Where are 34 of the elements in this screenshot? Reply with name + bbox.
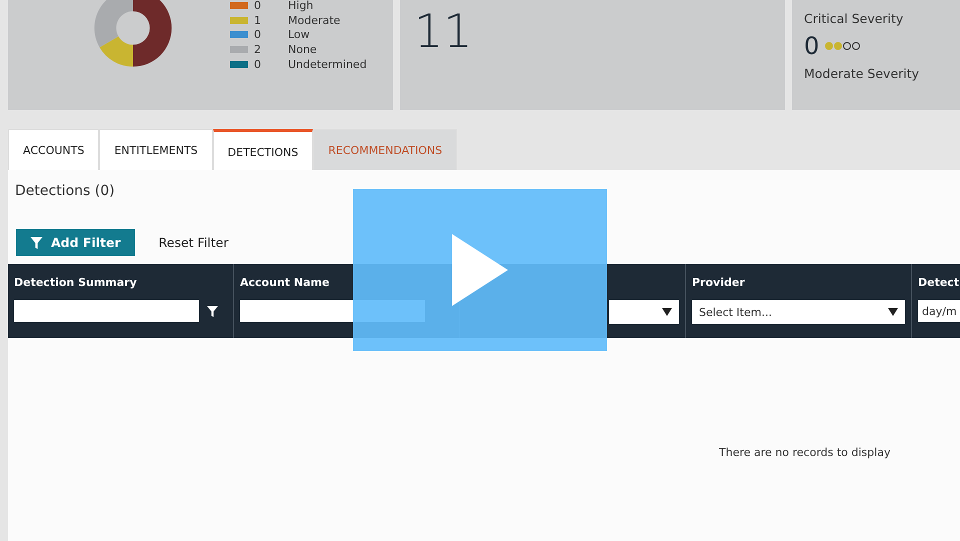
legend-count: 0 bbox=[254, 28, 262, 42]
severity-count: 0 bbox=[804, 32, 820, 60]
add-filter-button[interactable]: Add Filter bbox=[16, 229, 135, 256]
filter-icon bbox=[30, 236, 43, 248]
select-dropdown[interactable]: Select Item... bbox=[692, 300, 905, 324]
tab[interactable]: DETECTIONS bbox=[212, 129, 314, 170]
legend-count: 2 bbox=[254, 42, 262, 56]
column-heading[interactable]: Provider bbox=[692, 276, 745, 288]
legend-label: None bbox=[288, 42, 317, 56]
select-dropdown[interactable] bbox=[609, 300, 679, 324]
legend-label: Low bbox=[288, 28, 310, 42]
column-heading[interactable]: Account Name bbox=[240, 276, 330, 288]
tab[interactable]: ENTITLEMENTS bbox=[99, 129, 213, 170]
legend-count: 0 bbox=[254, 58, 262, 71]
legend-label: High bbox=[288, 0, 314, 12]
legend-count: 1 bbox=[254, 14, 262, 27]
column-heading[interactable]: Detect bbox=[918, 276, 960, 288]
severity-title: Critical Severity bbox=[804, 11, 904, 26]
date-input-field[interactable]: day/m bbox=[918, 300, 960, 322]
caret-icon bbox=[888, 308, 898, 316]
caret-icon bbox=[662, 308, 672, 316]
legend-count: 0 bbox=[254, 0, 262, 12]
reset-filter-button[interactable]: Reset Filter bbox=[152, 234, 235, 251]
filter-icon[interactable] bbox=[207, 306, 218, 316]
legend-label: Undetermined bbox=[288, 58, 367, 71]
tab[interactable]: ACCOUNTS bbox=[8, 129, 100, 170]
filter-input-field[interactable] bbox=[14, 300, 199, 322]
panel-title: Detections (0) bbox=[14, 182, 116, 199]
legend-label: Moderate bbox=[288, 14, 340, 27]
severity-subtitle: Moderate Severity bbox=[804, 66, 920, 81]
column-heading[interactable]: Detection Summary bbox=[14, 276, 137, 288]
empty-message: There are no records to display bbox=[719, 446, 892, 459]
play-icon bbox=[452, 234, 508, 306]
total-count: 11 bbox=[414, 4, 473, 58]
